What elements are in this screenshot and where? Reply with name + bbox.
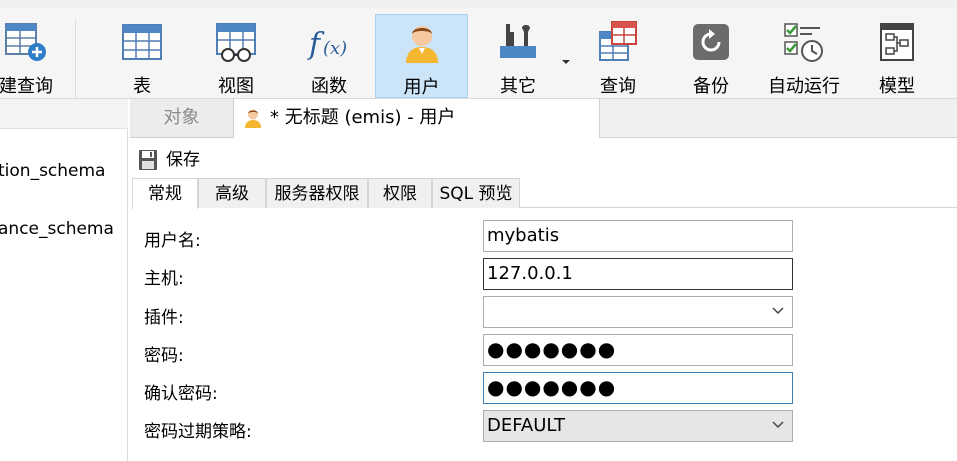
- user-button[interactable]: 用户: [375, 14, 468, 98]
- subtab-server-privileges[interactable]: 服务器权限: [266, 178, 368, 208]
- username-value: mybatis: [487, 225, 560, 246]
- save-label: 保存: [166, 150, 200, 170]
- document-tab-strip: 对象 * 无标题 (emis) - 用户: [130, 99, 957, 138]
- query-icon: [599, 21, 637, 61]
- toolbar-separator: [75, 20, 76, 100]
- password-value: ●●●●●●●: [487, 337, 617, 361]
- table-button[interactable]: 表: [96, 14, 188, 98]
- user-label: 用户: [403, 77, 440, 98]
- model-label: 模型: [879, 76, 915, 97]
- function-icon: f (x): [307, 27, 347, 62]
- password-expire-policy-select[interactable]: DEFAULT: [483, 410, 793, 442]
- table-label: 表: [133, 76, 151, 97]
- connection-tree-panel: tion_schema ance_schema: [0, 99, 128, 461]
- menu-bar: [0, 0, 957, 8]
- confirm-password-input[interactable]: ●●●●●●●: [483, 372, 793, 404]
- subtab-advanced[interactable]: 高级: [198, 178, 266, 208]
- view-icon: [216, 23, 256, 62]
- chevron-down-icon: [772, 307, 784, 315]
- password-expire-policy-value: DEFAULT: [487, 415, 565, 436]
- query-button[interactable]: 查询: [572, 14, 664, 98]
- password-input[interactable]: ●●●●●●●: [483, 334, 793, 366]
- query-label: 查询: [600, 76, 636, 97]
- tab-objects[interactable]: 对象: [130, 99, 234, 137]
- subtab-privileges[interactable]: 权限: [368, 178, 432, 208]
- main-toolbar: 建查询 表 视图 f (x) 函数 用户 其它 查询 备份 自动运行 模型: [0, 8, 957, 100]
- backup-icon: [693, 24, 729, 60]
- password-label: 密码:: [144, 346, 184, 366]
- username-input[interactable]: mybatis: [483, 220, 793, 252]
- host-input[interactable]: 127.0.0.1: [483, 258, 793, 290]
- function-label: 函数: [311, 76, 347, 97]
- model-button[interactable]: 模型: [851, 14, 943, 98]
- host-value: 127.0.0.1: [487, 263, 573, 284]
- user-icon: [405, 26, 438, 63]
- view-button[interactable]: 视图: [190, 14, 282, 98]
- tab-title: * 无标题 (emis) - 用户: [270, 107, 456, 128]
- other-label: 其它: [500, 76, 536, 97]
- tools-icon: [500, 24, 536, 58]
- username-label: 用户名:: [144, 231, 201, 251]
- function-button[interactable]: f (x) 函数: [283, 14, 375, 98]
- backup-button[interactable]: 备份: [665, 14, 757, 98]
- confirm-password-value: ●●●●●●●: [487, 375, 617, 399]
- backup-label: 备份: [693, 76, 729, 97]
- tree-item-performance-schema[interactable]: ance_schema: [0, 219, 114, 239]
- new-query-label: 建查询: [0, 76, 53, 97]
- tab-untitled-user[interactable]: * 无标题 (emis) - 用户: [234, 99, 600, 138]
- editor-subtabs: 常规 高级 服务器权限 权限 SQL 预览: [132, 178, 957, 209]
- save-button[interactable]: 保存: [130, 144, 200, 176]
- plugin-select[interactable]: [483, 296, 793, 328]
- table-icon: [122, 24, 162, 60]
- view-label: 视图: [218, 76, 254, 97]
- chevron-down-icon: [772, 421, 784, 429]
- confirm-password-label: 确认密码:: [144, 384, 218, 404]
- tree-panel-header: [0, 99, 128, 129]
- other-dropdown-arrow-icon[interactable]: [562, 60, 570, 64]
- new-query-button[interactable]: 建查询: [0, 14, 74, 98]
- save-disk-icon: [139, 150, 157, 170]
- new-query-icon: [5, 23, 46, 61]
- subtab-sql-preview[interactable]: SQL 预览: [432, 178, 520, 208]
- schedule-icon: [784, 23, 823, 62]
- host-label: 主机:: [144, 269, 184, 289]
- schedule-button[interactable]: 自动运行: [758, 14, 850, 98]
- tree-item-information-schema[interactable]: tion_schema: [0, 161, 105, 181]
- user-icon: [245, 109, 261, 128]
- other-button[interactable]: 其它: [472, 14, 564, 98]
- schedule-label: 自动运行: [768, 76, 840, 97]
- model-icon: [880, 23, 914, 61]
- plugin-label: 插件:: [144, 308, 184, 328]
- svg-text:(x): (x): [323, 38, 347, 59]
- user-editor: 保存 常规 高级 服务器权限 权限 SQL 预览 用户名: mybatis 主机…: [130, 138, 957, 461]
- password-expire-policy-label: 密码过期策略:: [144, 422, 252, 442]
- subtab-general[interactable]: 常规: [132, 178, 198, 209]
